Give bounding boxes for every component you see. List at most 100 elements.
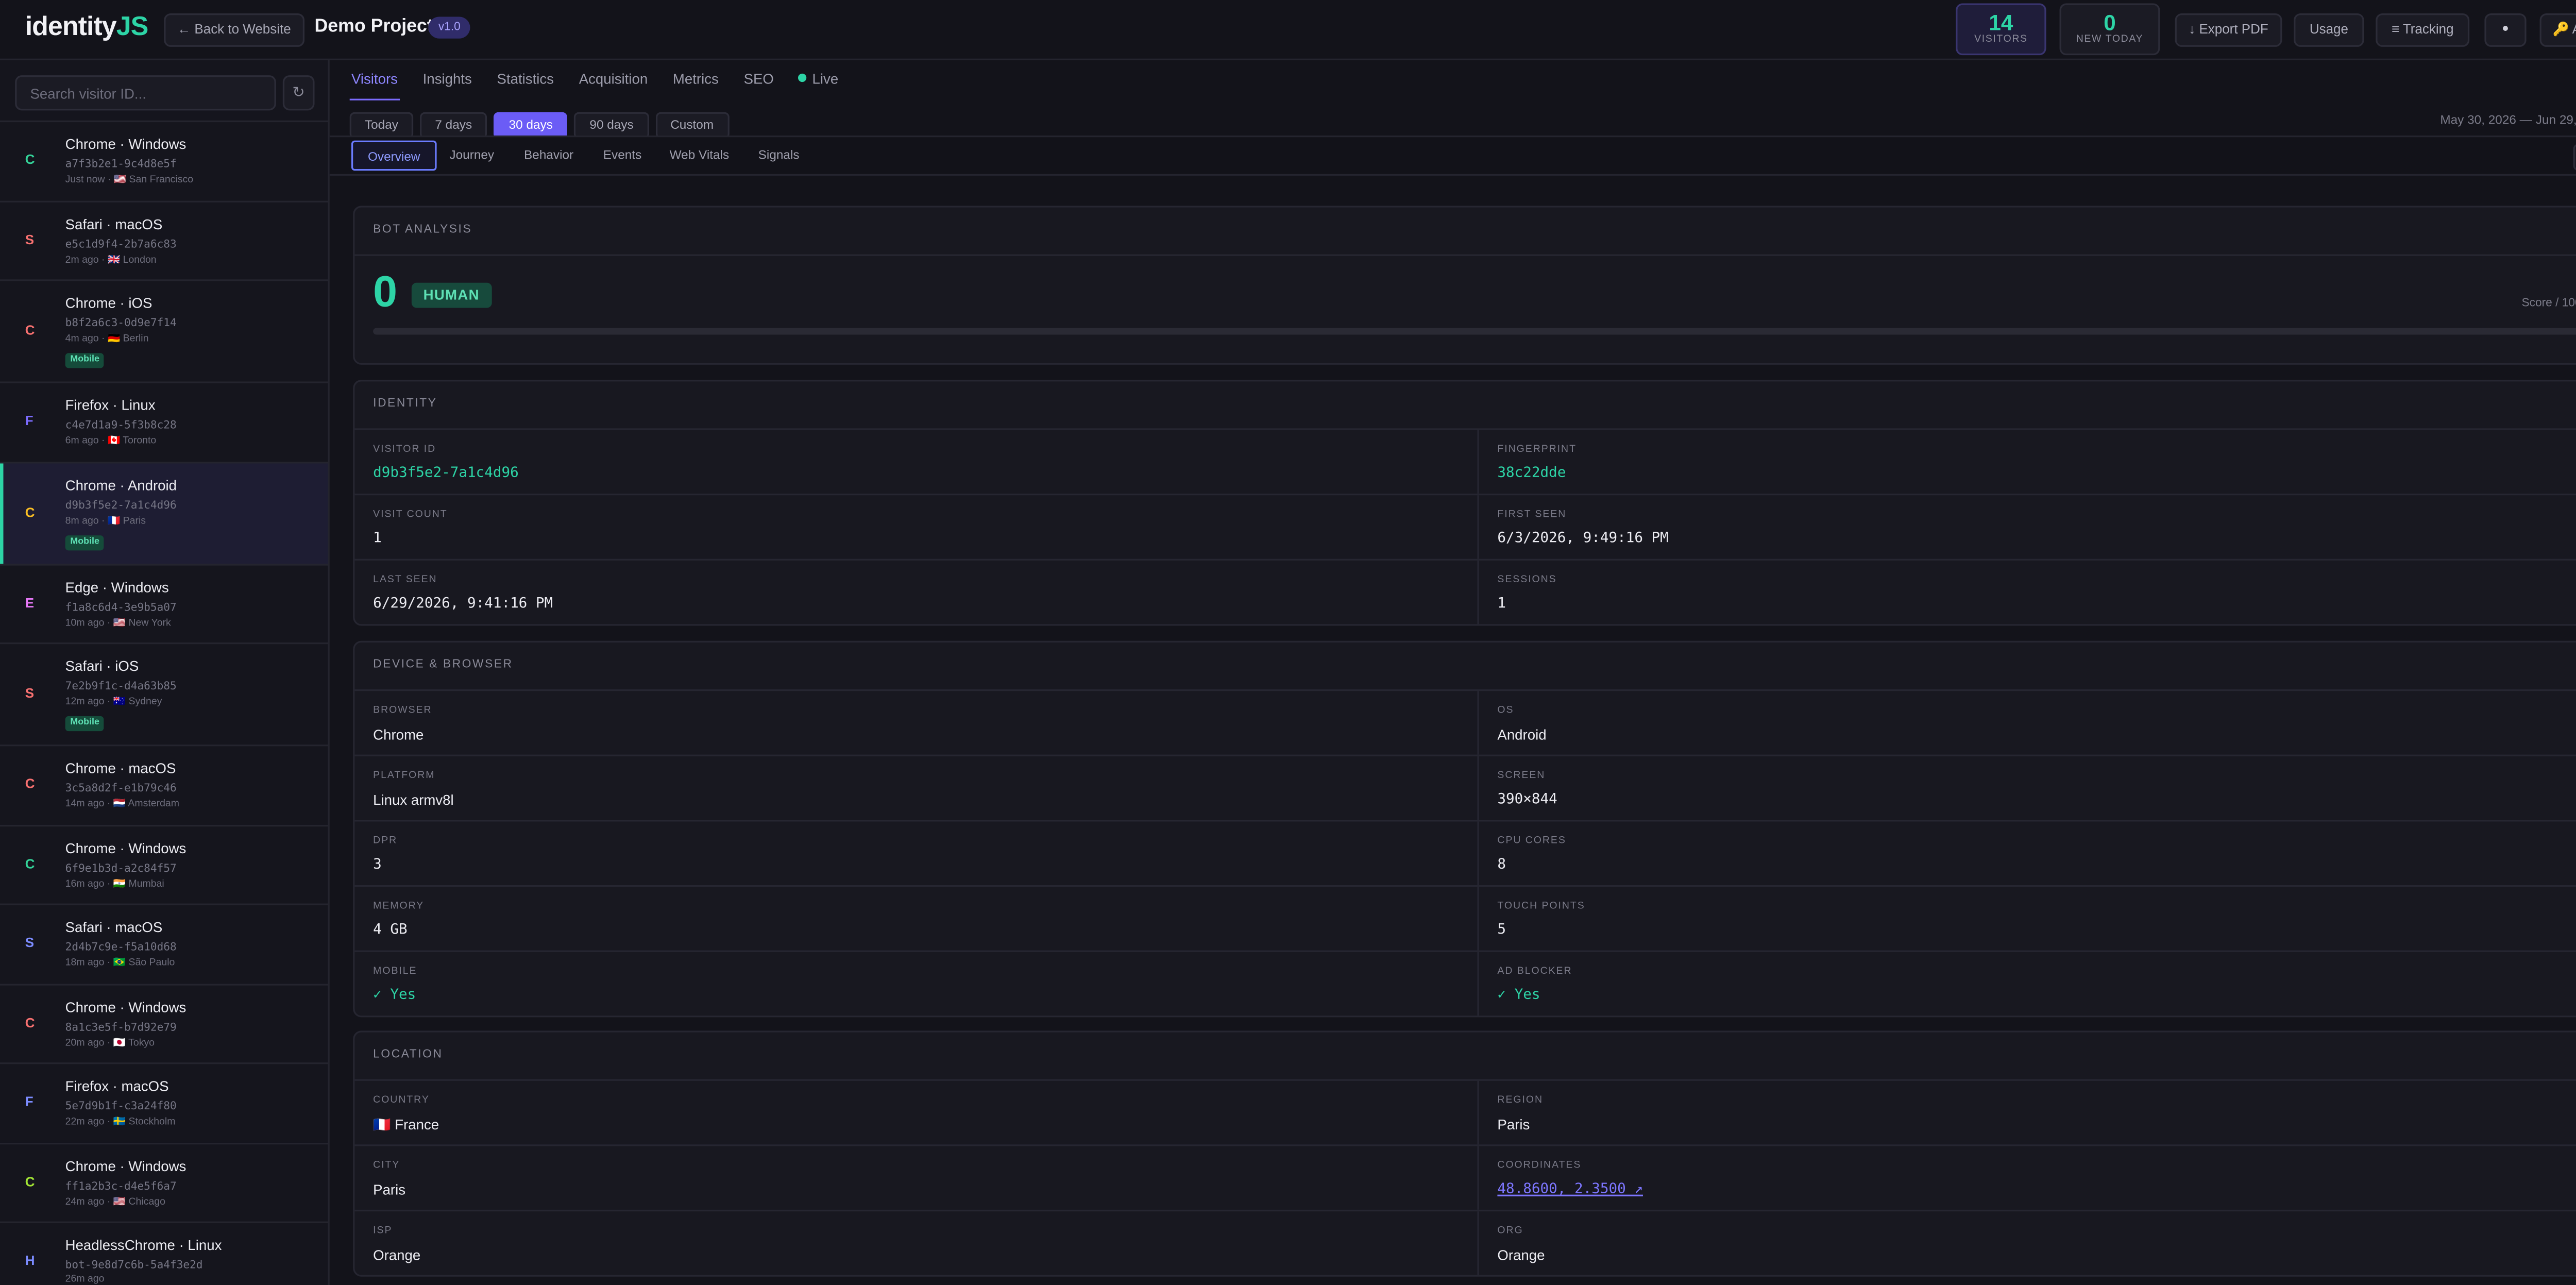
- visitor-id: 3c5a8d2f-e1b79c46: [65, 781, 177, 795]
- visitor-title: Safari · iOS: [65, 657, 139, 674]
- visitor-id: 8a1c3e5f-b7d92e79: [65, 1020, 177, 1034]
- visitor-meta: 4m ago · 🇩🇪 Berlin: [65, 334, 149, 345]
- visitor-list-item[interactable]: C Chrome · Windows ff1a2b3c-d4e5f6a7 24m ag…: [0, 1144, 328, 1223]
- visitor-list-item[interactable]: C Chrome · Android d9b3f5e2-7a1c4d96 8m ago…: [0, 462, 328, 565]
- visitors-stat[interactable]: 14 VISITORS: [1956, 3, 2046, 56]
- tab-metrics[interactable]: Metrics: [671, 60, 720, 99]
- cpu-cores-label: CPU CORES: [1497, 836, 1566, 847]
- visitor-id: f1a8c6d4-3e9b5a07: [65, 600, 177, 614]
- info-cell: MEMORY 4 GB: [354, 887, 1477, 950]
- browser-initial-icon: H: [25, 1254, 35, 1269]
- tab-live[interactable]: Live: [797, 60, 840, 99]
- isp-value: Orange: [373, 1246, 421, 1263]
- range-30-days[interactable]: 30 days: [494, 112, 568, 139]
- visitor-id: bot-9e8d7c6b-5a4f3e2d: [65, 1258, 203, 1272]
- tab-insights[interactable]: Insights: [421, 60, 473, 99]
- detail-subtabs: Overview Journey Behavior Events Web Vitals S…: [329, 136, 2576, 176]
- range-custom[interactable]: Custom: [655, 112, 729, 139]
- identity-grid: VISITOR ID d9b3f5e2-7a1c4d96 FINGERPRINT 38…: [354, 430, 2576, 624]
- ad-blocker-label: AD BLOCKER: [1497, 967, 1572, 977]
- visitor-list-item[interactable]: C Chrome · Windows 8a1c3e5f-b7d92e79 20m ag…: [0, 985, 328, 1064]
- os-label: OS: [1497, 706, 1514, 716]
- tab-seo[interactable]: SEO: [742, 60, 775, 99]
- range-today[interactable]: Today: [349, 112, 414, 139]
- export-pdf-button[interactable]: ↓ Export PDF: [2175, 13, 2282, 47]
- api-button[interactable]: 🔑 API: [2539, 13, 2576, 47]
- app-logo[interactable]: identityJS: [25, 13, 149, 43]
- circle-icon[interactable]: ○: [2573, 144, 2576, 171]
- visitor-list-item[interactable]: E Edge · Windows f1a8c6d4-3e9b5a07 10m ago …: [0, 565, 328, 645]
- card-heading: IDENTITY: [354, 381, 2576, 430]
- visitor-list-item[interactable]: C Chrome · macOS 3c5a8d2f-e1b79c46 14m ago …: [0, 746, 328, 826]
- visitor-list-item[interactable]: S Safari · macOS e5c1d9f4-2b7a6c83 2m ago ·…: [0, 201, 328, 281]
- refresh-icon[interactable]: ↻: [282, 75, 315, 111]
- subtab-web-vitals[interactable]: Web Vitals: [661, 141, 738, 171]
- mobile-value: ✓ Yes: [373, 987, 416, 1004]
- visitor-list-item[interactable]: F Firefox · Linux c4e7d1a9-5f3b8c28 6m ago …: [0, 383, 328, 463]
- info-row: COUNTRY 🇫🇷 France REGION Paris: [354, 1080, 2576, 1146]
- subtab-events[interactable]: Events: [594, 141, 651, 171]
- sessions-value: 1: [1497, 596, 1506, 613]
- visitor-meta: 22m ago · 🇸🇪 Stockholm: [65, 1118, 176, 1128]
- date-range-selector: Today 7 days 30 days 90 days Custom: [349, 107, 736, 139]
- info-cell: VISITOR ID d9b3f5e2-7a1c4d96: [354, 430, 1477, 494]
- coordinates-label: COORDINATES: [1497, 1161, 1582, 1172]
- back-to-website-button[interactable]: ← Back to Website: [164, 13, 304, 47]
- visitor-meta: 10m ago · 🇺🇸 New York: [65, 618, 171, 629]
- search-box: [15, 75, 276, 111]
- usage-button[interactable]: Usage: [2294, 13, 2364, 47]
- info-cell: VISIT COUNT 1: [354, 495, 1477, 559]
- last-seen-value: 6/29/2026, 9:41:16 PM: [373, 596, 553, 613]
- city-value: Paris: [373, 1181, 406, 1198]
- visitor-list-item[interactable]: C Chrome · Windows a7f3b2e1-9c4d8e5f Just n…: [0, 122, 328, 202]
- visitor-list-item[interactable]: S Safari · macOS 2d4b7c9e-f5a10d68 18m ago …: [0, 905, 328, 985]
- project-title: Demo Project: [314, 16, 433, 37]
- tab-visitors[interactable]: Visitors: [349, 60, 400, 100]
- visitor-title: Chrome · Windows: [65, 998, 187, 1015]
- visitor-id-value: d9b3f5e2-7a1c4d96: [373, 465, 519, 482]
- subtab-journey[interactable]: Journey: [440, 141, 503, 171]
- visitor-list-item[interactable]: C Chrome · Windows 6f9e1b3d-a2c84f57 16m ag…: [0, 826, 328, 905]
- new-today-stat[interactable]: 0 NEW TODAY: [2059, 3, 2160, 56]
- theme-toggle-icon[interactable]: ●: [2484, 13, 2527, 47]
- sessions-label: SESSIONS: [1497, 576, 1557, 586]
- subtab-overview[interactable]: Overview: [351, 140, 437, 171]
- org-label: ORG: [1497, 1226, 1523, 1237]
- version-badge: v1.0: [428, 16, 471, 39]
- visitors-stat-label: VISITORS: [1974, 35, 2028, 45]
- visitor-list-item[interactable]: C Chrome · iOS b8f2a6c3-0d9e7f14 4m ago · 🇩…: [0, 281, 328, 383]
- visitor-title: HeadlessChrome · Linux: [65, 1236, 222, 1254]
- browser-initial-icon: C: [25, 153, 35, 168]
- os-value: Android: [1497, 726, 1547, 743]
- browser-initial-icon: C: [25, 1174, 35, 1190]
- tab-acquisition[interactable]: Acquisition: [577, 60, 649, 99]
- coordinates-value[interactable]: 48.8600, 2.3500 ↗: [1497, 1181, 1643, 1198]
- subtab-behavior[interactable]: Behavior: [514, 141, 584, 171]
- visitor-detail: BOT ANALYSIS 0 HUMAN Score / 100 IDENTIT…: [330, 174, 2576, 1285]
- browser-initial-icon: C: [25, 856, 35, 872]
- visitor-list-item[interactable]: F Firefox · macOS 5e7d9b1f-c3a24f80 22m ago…: [0, 1064, 328, 1144]
- range-90-days[interactable]: 90 days: [574, 112, 649, 139]
- search-input[interactable]: [16, 78, 265, 110]
- info-row: LAST SEEN 6/29/2026, 9:41:16 PM SESSIONS 1: [354, 560, 2576, 624]
- tab-statistics[interactable]: Statistics: [495, 60, 555, 99]
- dpr-value: 3: [373, 856, 382, 874]
- tracking-button[interactable]: ≡ Tracking: [2376, 13, 2470, 47]
- device-grid: BROWSER Chrome OS Android PLATFORM Linux armv…: [354, 691, 2576, 1016]
- card-heading: BOT ANALYSIS: [354, 208, 2576, 256]
- new-today-count: 0: [2104, 10, 2116, 36]
- range-7-days[interactable]: 7 days: [420, 112, 487, 139]
- card-heading: DEVICE & BROWSER: [354, 642, 2576, 691]
- visitor-list-item[interactable]: H HeadlessChrome · Linux bot-9e8d7c6b-5a4f…: [0, 1223, 328, 1285]
- main-panel: Visitors Insights Statistics Acquisition Met…: [329, 60, 2576, 1285]
- visitor-list-item[interactable]: S Safari · iOS 7e2b9f1c-d4a63b85 12m ago · …: [0, 644, 328, 747]
- info-row: MEMORY 4 GB TOUCH POINTS 5: [354, 887, 2576, 952]
- country-value: 🇫🇷 France: [373, 1116, 439, 1133]
- info-cell: PLATFORM Linux armv8l: [354, 756, 1477, 820]
- visitor-id-label: VISITOR ID: [373, 445, 436, 455]
- visitor-title: Edge · Windows: [65, 578, 169, 595]
- subtab-signals[interactable]: Signals: [750, 141, 808, 171]
- info-cell: DPR 3: [354, 821, 1477, 885]
- tab-label: Metrics: [672, 70, 719, 87]
- region-value: Paris: [1497, 1116, 1530, 1133]
